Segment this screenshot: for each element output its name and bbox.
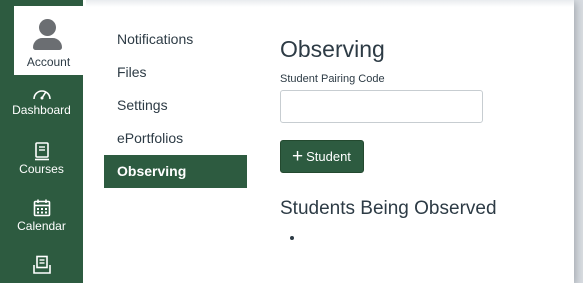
subnav-files[interactable]: Files bbox=[104, 61, 247, 83]
global-navigation: Account Dashboard Courses Calendar bbox=[0, 0, 83, 283]
global-nav-dashboard[interactable]: Dashboard bbox=[0, 84, 83, 117]
global-nav-calendar[interactable]: Calendar bbox=[0, 198, 83, 233]
subnav-observing[interactable]: Observing bbox=[104, 155, 247, 188]
global-nav-account[interactable]: Account bbox=[11, 6, 83, 75]
list-item[interactable] bbox=[280, 231, 570, 245]
observed-students-heading: Students Being Observed bbox=[280, 198, 497, 219]
page-title: Observing bbox=[280, 36, 385, 62]
observed-students-list bbox=[280, 231, 570, 245]
global-nav-inbox[interactable] bbox=[0, 255, 83, 275]
global-nav-courses[interactable]: Courses bbox=[0, 141, 83, 176]
account-label: Account bbox=[26, 55, 71, 69]
main-content: Observing Student Pairing Code + Student… bbox=[280, 34, 570, 245]
pairing-code-input[interactable] bbox=[280, 90, 483, 123]
avatar-icon-body bbox=[33, 38, 62, 50]
courses-label: Courses bbox=[19, 162, 64, 176]
inbox-icon bbox=[32, 255, 51, 274]
subnav-notifications[interactable]: Notifications bbox=[104, 28, 247, 50]
top-edge bbox=[86, 0, 574, 7]
plus-icon: + bbox=[292, 146, 304, 167]
subnav-eportfolios[interactable]: ePortfolios bbox=[104, 127, 247, 149]
bullet-icon bbox=[290, 236, 294, 240]
courses-icon bbox=[34, 142, 49, 161]
app-window: Account Dashboard Courses Calendar Notif… bbox=[0, 0, 574, 283]
dashboard-label: Dashboard bbox=[12, 103, 71, 117]
pairing-code-label: Student Pairing Code bbox=[280, 73, 385, 85]
calendar-icon bbox=[33, 199, 50, 217]
subnav-settings[interactable]: Settings bbox=[104, 94, 247, 116]
avatar-icon bbox=[39, 19, 56, 36]
account-sub-navigation: Notifications Files Settings ePortfolios… bbox=[104, 28, 247, 199]
add-student-label: Student bbox=[306, 149, 351, 164]
calendar-label: Calendar bbox=[17, 219, 66, 233]
add-student-button[interactable]: + Student bbox=[280, 140, 364, 173]
dashboard-icon bbox=[32, 90, 51, 100]
